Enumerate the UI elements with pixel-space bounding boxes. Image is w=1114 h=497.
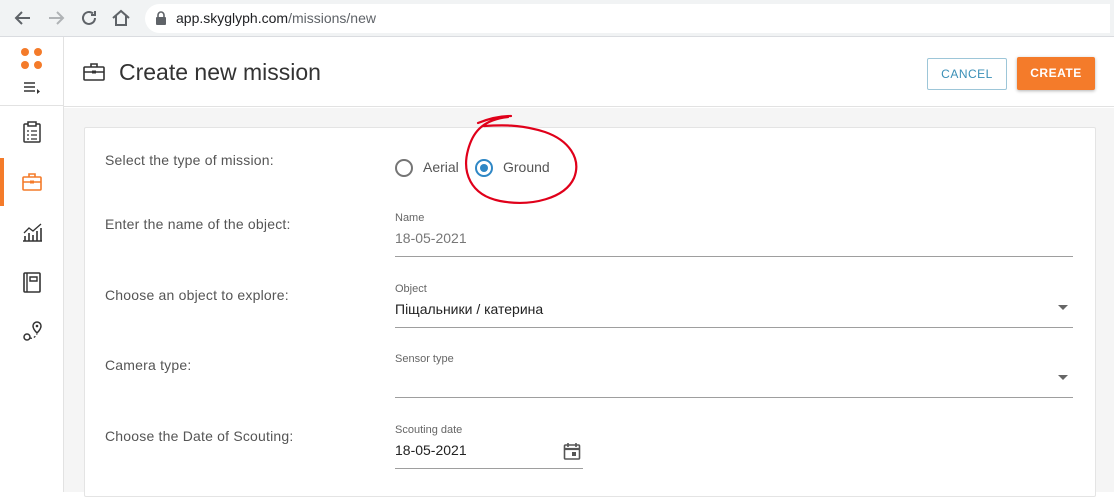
- url-host: app.skyglyph.com: [176, 10, 289, 26]
- radio-ground[interactable]: Ground: [475, 159, 565, 179]
- scouting-date-label: Choose the Date of Scouting:: [105, 428, 294, 444]
- url-path: /missions/new: [288, 10, 376, 26]
- object-field-label: Object: [395, 283, 427, 295]
- mission-type-label: Select the type of mission:: [105, 152, 274, 168]
- clipboard-icon: [23, 121, 41, 143]
- scouting-date-underline: [395, 468, 583, 469]
- sidebar-item-reports[interactable]: [0, 258, 64, 306]
- chevron-down-icon[interactable]: [1058, 305, 1068, 310]
- briefcase-icon: [22, 173, 42, 191]
- sidebar-item-analytics[interactable]: [0, 208, 64, 256]
- sensor-underline: [395, 397, 1073, 398]
- sidebar-item-routes[interactable]: [0, 308, 64, 356]
- cancel-button[interactable]: CANCEL: [927, 58, 1007, 90]
- radio-ground-circle[interactable]: [475, 159, 493, 177]
- route-map-icon: [23, 321, 42, 341]
- radio-aerial[interactable]: Aerial: [395, 159, 475, 179]
- name-field[interactable]: Name 18-05-2021: [395, 212, 1073, 258]
- name-underline: [395, 256, 1073, 257]
- object-underline: [395, 327, 1073, 328]
- sidebar: [0, 37, 64, 492]
- notebook-icon: [23, 272, 41, 293]
- radio-ground-label: Ground: [503, 159, 550, 175]
- back-arrow-icon[interactable]: [12, 7, 34, 29]
- name-field-label: Name: [395, 212, 425, 224]
- name-input[interactable]: 18-05-2021: [395, 230, 467, 246]
- object-select[interactable]: Object Піщальники / катерина: [395, 283, 1073, 329]
- menu-toggle-icon[interactable]: [23, 81, 41, 95]
- sidebar-item-tasks[interactable]: [0, 108, 64, 156]
- home-icon[interactable]: [110, 7, 132, 29]
- analytics-chart-icon: [23, 223, 42, 242]
- lock-icon: [156, 11, 166, 25]
- page-title: Create new mission: [119, 59, 321, 85]
- sidebar-item-missions[interactable]: [0, 158, 64, 206]
- scouting-date-field-label: Scouting date: [395, 424, 463, 436]
- browser-toolbar: app.skyglyph.com/missions/new: [0, 0, 1114, 37]
- sensor-type-select[interactable]: Sensor type: [395, 353, 1073, 399]
- url-text: app.skyglyph.com/missions/new: [176, 10, 376, 26]
- radio-aerial-label: Aerial: [423, 159, 459, 175]
- chevron-down-icon[interactable]: [1058, 375, 1068, 380]
- main-content: Select the type of mission: Aerial Groun…: [64, 108, 1114, 497]
- scouting-date-field[interactable]: Scouting date 18-05-2021: [395, 424, 583, 470]
- scouting-date-input[interactable]: 18-05-2021: [395, 442, 467, 458]
- object-name-label: Enter the name of the object:: [105, 216, 291, 232]
- calendar-icon[interactable]: [563, 442, 581, 460]
- radio-aerial-circle[interactable]: [395, 159, 413, 177]
- create-button[interactable]: CREATE: [1017, 57, 1095, 90]
- briefcase-icon: [83, 63, 105, 81]
- page-header: Create new mission CANCEL CREATE: [64, 37, 1114, 107]
- sidebar-divider: [0, 105, 64, 106]
- camera-type-label: Camera type:: [105, 357, 192, 373]
- object-select-label: Choose an object to explore:: [105, 287, 289, 303]
- forward-arrow-icon[interactable]: [45, 7, 67, 29]
- mission-form: Select the type of mission: Aerial Groun…: [84, 127, 1096, 497]
- sensor-field-label: Sensor type: [395, 353, 454, 365]
- address-bar[interactable]: app.skyglyph.com/missions/new: [145, 4, 1110, 33]
- object-selected-value: Піщальники / катерина: [395, 301, 544, 317]
- app-logo[interactable]: [21, 48, 43, 70]
- reload-icon[interactable]: [78, 7, 100, 29]
